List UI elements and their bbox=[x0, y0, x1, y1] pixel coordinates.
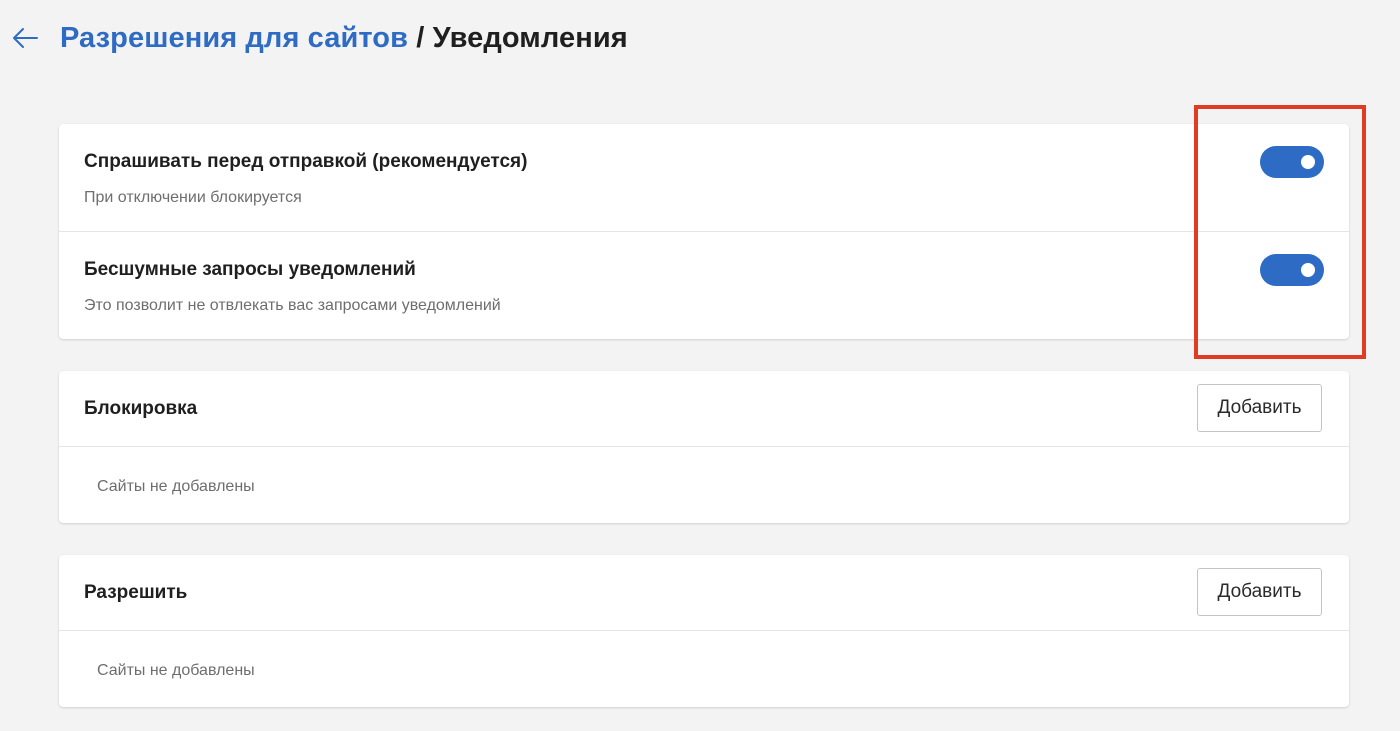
block-add-button[interactable]: Добавить bbox=[1197, 384, 1322, 432]
setting-description: Это позволит не отвлекать вас запросами … bbox=[84, 297, 501, 314]
allow-section-title: Разрешить bbox=[84, 582, 188, 603]
setting-title: Спрашивать перед отправкой (рекомендуетс… bbox=[84, 151, 528, 172]
quiet-requests-toggle[interactable] bbox=[1260, 254, 1324, 286]
block-section-header: Блокировка Добавить bbox=[59, 371, 1349, 447]
setting-title: Бесшумные запросы уведомлений bbox=[84, 259, 416, 280]
setting-description: При отключении блокируется bbox=[84, 189, 302, 206]
setting-row-ask-before-sending: Спрашивать перед отправкой (рекомендуетс… bbox=[59, 124, 1349, 231]
back-button[interactable] bbox=[6, 18, 44, 58]
block-section-title: Блокировка bbox=[84, 398, 198, 419]
toggle-knob bbox=[1301, 263, 1315, 277]
toggle-knob bbox=[1301, 155, 1315, 169]
block-empty-text: Сайты не добавлены bbox=[97, 478, 255, 495]
setting-row-quiet-requests: Бесшумные запросы уведомлений Это позвол… bbox=[59, 232, 1349, 339]
breadcrumb: Разрешения для сайтов / Уведомления bbox=[60, 22, 628, 55]
allow-section-header: Разрешить Добавить bbox=[59, 555, 1349, 631]
page-title: Уведомления bbox=[432, 22, 628, 54]
breadcrumb-site-permissions-link[interactable]: Разрешения для сайтов bbox=[60, 22, 408, 54]
arrow-left-icon bbox=[13, 28, 38, 48]
page-header: Разрешения для сайтов / Уведомления bbox=[0, 0, 1400, 84]
breadcrumb-separator: / bbox=[416, 22, 425, 54]
allow-sites-card: Разрешить Добавить Сайты не добавлены bbox=[59, 555, 1349, 707]
notification-settings-card: Спрашивать перед отправкой (рекомендуетс… bbox=[59, 124, 1349, 339]
ask-before-sending-toggle[interactable] bbox=[1260, 146, 1324, 178]
allow-add-button[interactable]: Добавить bbox=[1197, 568, 1322, 616]
block-sites-card: Блокировка Добавить Сайты не добавлены bbox=[59, 371, 1349, 523]
allow-empty-text: Сайты не добавлены bbox=[97, 662, 255, 679]
